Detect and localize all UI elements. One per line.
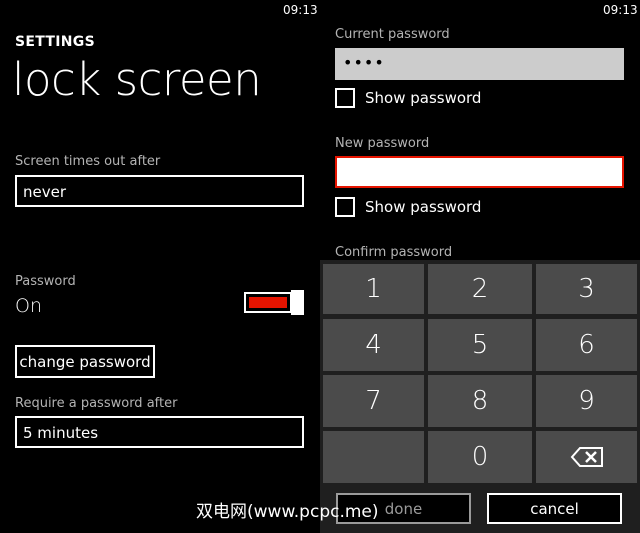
show-password-label: Show password (365, 198, 482, 216)
require-value: 5 minutes (23, 424, 99, 442)
key-6[interactable]: 6 (536, 319, 637, 371)
page-title: lock screen (12, 53, 262, 106)
key-0[interactable]: 0 (428, 431, 532, 483)
toggle-thumb (291, 290, 304, 315)
watermark-text: 双电网(www.pcpc.me) (196, 502, 379, 522)
show-password-checkbox-1[interactable]: Show password (335, 88, 481, 108)
timeout-value: never (23, 183, 67, 201)
numeric-keypad: 1 2 3 4 5 6 7 8 9 0 done cancel (320, 260, 640, 533)
password-state: On (15, 295, 42, 317)
right-screen: 09:13 Current password •••• Show passwor… (320, 0, 640, 533)
show-password-label: Show password (365, 89, 482, 107)
left-screen: 09:13 SETTINGS lock screen Screen times … (0, 0, 320, 533)
checkbox-box (335, 197, 355, 217)
key-1[interactable]: 1 (323, 264, 424, 314)
key-8[interactable]: 8 (428, 375, 532, 427)
current-password-value: •••• (343, 53, 385, 72)
require-picker[interactable]: 5 minutes (15, 416, 304, 448)
key-4[interactable]: 4 (323, 319, 424, 371)
key-3[interactable]: 3 (536, 264, 637, 314)
settings-label: SETTINGS (15, 34, 95, 50)
change-password-button[interactable]: change password (15, 345, 155, 378)
timeout-picker[interactable]: never (15, 175, 304, 207)
confirm-password-label: Confirm password (335, 245, 453, 260)
current-password-field[interactable]: •••• (335, 48, 624, 80)
toggle-fill (249, 297, 287, 308)
key-blank (323, 431, 424, 483)
backspace-icon (570, 447, 603, 467)
new-password-label: New password (335, 136, 430, 151)
password-label: Password (15, 274, 76, 289)
cancel-button[interactable]: cancel (487, 493, 622, 524)
backspace-key[interactable] (536, 431, 637, 483)
toggle-track (244, 292, 292, 313)
key-9[interactable]: 9 (536, 375, 637, 427)
require-label: Require a password after (15, 396, 178, 411)
password-toggle[interactable] (244, 290, 305, 315)
key-5[interactable]: 5 (428, 319, 532, 371)
key-2[interactable]: 2 (428, 264, 532, 314)
current-password-label: Current password (335, 27, 450, 42)
status-clock: 09:13 (283, 3, 318, 17)
key-7[interactable]: 7 (323, 375, 424, 427)
show-password-checkbox-2[interactable]: Show password (335, 197, 481, 217)
checkbox-box (335, 88, 355, 108)
timeout-label: Screen times out after (15, 154, 161, 169)
status-clock: 09:13 (603, 3, 638, 17)
new-password-field[interactable] (335, 156, 624, 188)
